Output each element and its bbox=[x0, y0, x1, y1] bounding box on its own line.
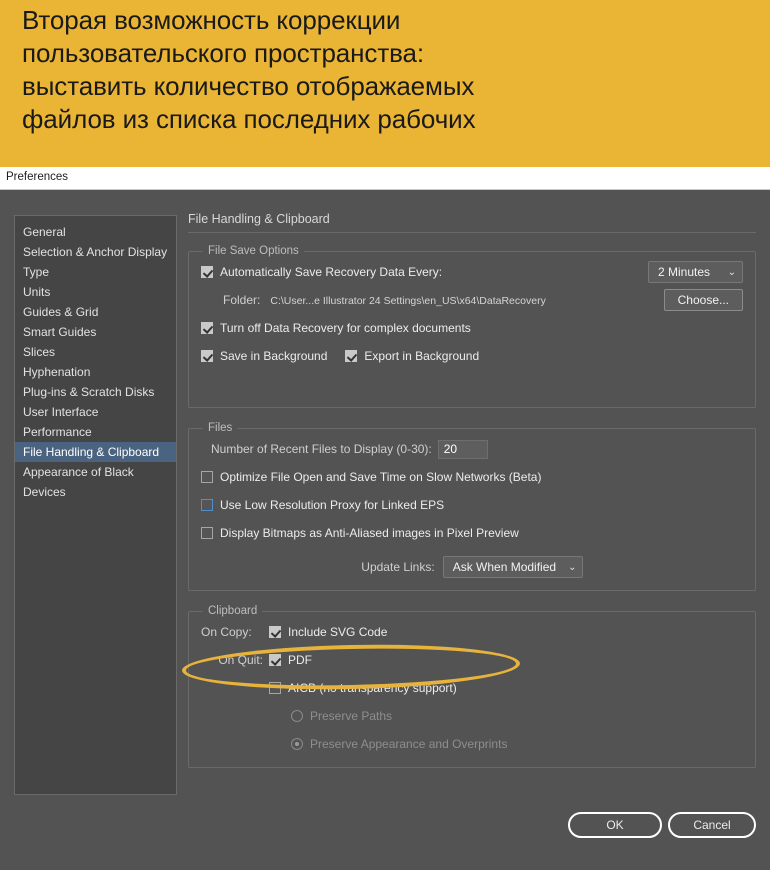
recovery-interval-value: 2 Minutes bbox=[658, 265, 711, 279]
preferences-dialog: General Selection & Anchor Display Type … bbox=[0, 190, 770, 870]
preserve-appearance-radio bbox=[291, 738, 303, 750]
panel-heading: File Handling & Clipboard bbox=[188, 212, 756, 233]
turn-off-data-recovery-checkbox[interactable] bbox=[201, 322, 213, 334]
include-svg-code-checkbox[interactable] bbox=[269, 626, 281, 638]
cancel-button[interactable]: Cancel bbox=[668, 812, 756, 838]
banner-line-2: пользовательского пространства: bbox=[22, 38, 425, 68]
group-clipboard: Clipboard On Copy: Include SVG Code On Q… bbox=[188, 605, 756, 768]
export-in-background-label: Export in Background bbox=[364, 349, 480, 363]
sidebar-item-guides-grid[interactable]: Guides & Grid bbox=[15, 302, 176, 322]
sidebar-item-performance[interactable]: Performance bbox=[15, 422, 176, 442]
preserve-paths-radio bbox=[291, 710, 303, 722]
sidebar-item-units[interactable]: Units bbox=[15, 282, 176, 302]
auto-save-recovery-checkbox[interactable] bbox=[201, 266, 213, 278]
folder-label: Folder: bbox=[223, 293, 261, 307]
sidebar-item-file-handling-clipboard[interactable]: File Handling & Clipboard bbox=[15, 442, 176, 462]
update-links-value: Ask When Modified bbox=[452, 560, 557, 574]
sidebar-item-devices[interactable]: Devices bbox=[15, 482, 176, 502]
turn-off-data-recovery-label: Turn off Data Recovery for complex docum… bbox=[220, 321, 471, 335]
sidebar-item-appearance-of-black[interactable]: Appearance of Black bbox=[15, 462, 176, 482]
sidebar-item-hyphenation[interactable]: Hyphenation bbox=[15, 362, 176, 382]
group-files: Files Number of Recent Files to Display … bbox=[188, 422, 756, 591]
banner-line-1: Вторая возможность коррекции bbox=[22, 5, 401, 35]
ok-button[interactable]: OK bbox=[568, 812, 662, 838]
preferences-content-panel: File Handling & Clipboard File Save Opti… bbox=[188, 212, 756, 782]
display-bitmaps-antialiased-label: Display Bitmaps as Anti-Aliased images i… bbox=[220, 526, 519, 540]
display-bitmaps-antialiased-checkbox[interactable] bbox=[201, 527, 213, 539]
update-links-label: Update Links: bbox=[361, 560, 435, 574]
sidebar-item-smart-guides[interactable]: Smart Guides bbox=[15, 322, 176, 342]
group-files-legend: Files bbox=[208, 422, 233, 434]
sidebar-item-slices[interactable]: Slices bbox=[15, 342, 176, 362]
preserve-paths-label: Preserve Paths bbox=[310, 709, 393, 723]
folder-path-value: C:\User...e Illustrator 24 Settings\en_U… bbox=[270, 295, 546, 307]
choose-folder-button[interactable]: Choose... bbox=[663, 289, 743, 311]
chevron-down-icon: ⌄ bbox=[727, 266, 736, 278]
auto-save-recovery-label: Automatically Save Recovery Data Every: bbox=[220, 265, 443, 279]
pdf-label: PDF bbox=[288, 653, 312, 667]
dialog-title-bar: Preferences bbox=[0, 167, 770, 190]
optimize-file-open-checkbox[interactable] bbox=[201, 471, 213, 483]
recent-files-label: Number of Recent Files to Display (0-30)… bbox=[211, 442, 432, 456]
export-in-background-checkbox[interactable] bbox=[345, 350, 358, 362]
sidebar-item-plugins-scratch-disks[interactable]: Plug-ins & Scratch Disks bbox=[15, 382, 176, 402]
optimize-file-open-label: Optimize File Open and Save Time on Slow… bbox=[220, 470, 542, 484]
save-in-background-label: Save in Background bbox=[220, 349, 328, 363]
aicb-label: AICB (no transparency support) bbox=[288, 681, 457, 695]
group-file-save-options: File Save Options Automatically Save Rec… bbox=[188, 245, 756, 408]
aicb-checkbox[interactable] bbox=[269, 682, 281, 694]
update-links-select[interactable]: Ask When Modified ⌄ bbox=[442, 556, 583, 578]
sidebar-item-type[interactable]: Type bbox=[15, 262, 176, 282]
low-resolution-proxy-label: Use Low Resolution Proxy for Linked EPS bbox=[220, 498, 445, 512]
banner-line-3: выставить количество отображаемых bbox=[22, 71, 475, 101]
save-in-background-checkbox[interactable] bbox=[201, 350, 213, 362]
instruction-banner: Вторая возможность коррекции пользовател… bbox=[0, 0, 770, 167]
sidebar-item-selection-anchor-display[interactable]: Selection & Anchor Display bbox=[15, 242, 176, 262]
on-copy-label: On Copy: bbox=[201, 625, 252, 639]
recent-files-input[interactable]: 20 bbox=[437, 439, 488, 459]
sidebar-item-user-interface[interactable]: User Interface bbox=[15, 402, 176, 422]
recovery-interval-select[interactable]: 2 Minutes ⌄ bbox=[648, 261, 743, 283]
include-svg-code-label: Include SVG Code bbox=[288, 625, 388, 639]
preserve-appearance-label: Preserve Appearance and Overprints bbox=[310, 737, 508, 751]
low-resolution-proxy-checkbox[interactable] bbox=[201, 499, 213, 511]
chevron-down-icon: ⌄ bbox=[568, 561, 577, 573]
preferences-category-list[interactable]: General Selection & Anchor Display Type … bbox=[14, 215, 177, 795]
dialog-title: Preferences bbox=[6, 171, 69, 183]
group-clipboard-legend: Clipboard bbox=[208, 605, 258, 617]
pdf-checkbox[interactable] bbox=[269, 654, 281, 666]
on-quit-label: On Quit: bbox=[218, 653, 263, 667]
group-file-save-options-legend: File Save Options bbox=[208, 245, 299, 257]
banner-line-4: файлов из списка последних рабочих bbox=[22, 104, 476, 134]
sidebar-item-general[interactable]: General bbox=[15, 222, 176, 242]
